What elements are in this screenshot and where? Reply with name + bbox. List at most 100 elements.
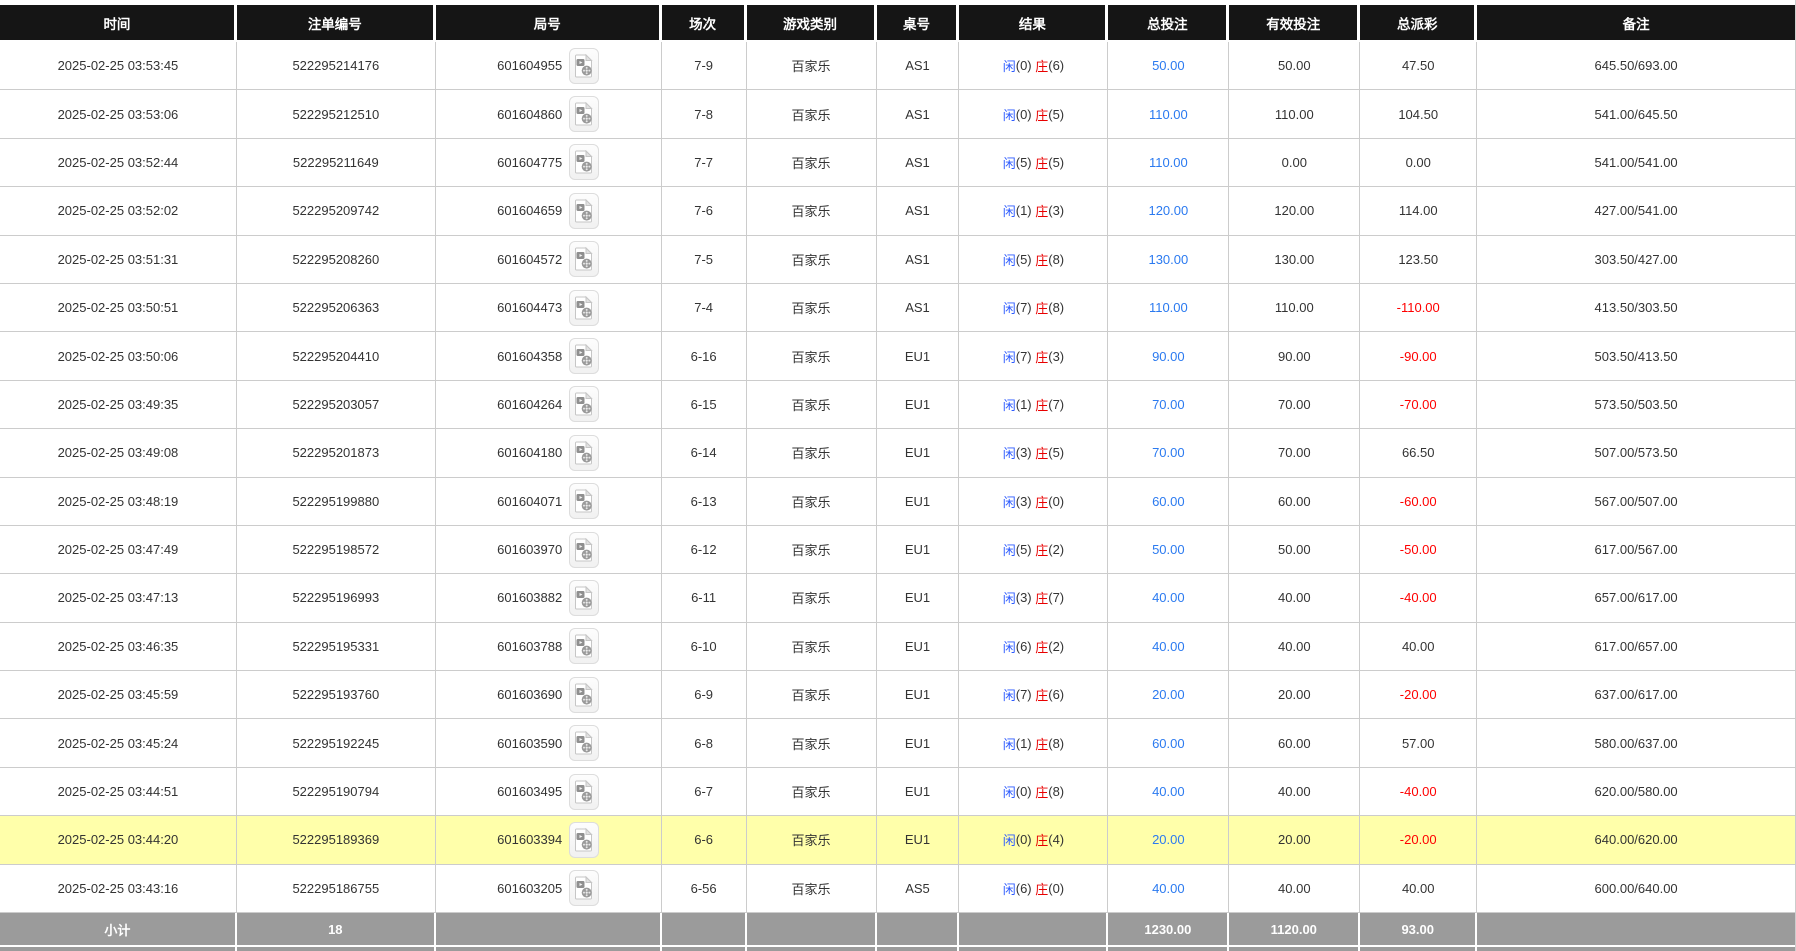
total-bet-link[interactable]: 120.00 xyxy=(1148,203,1188,218)
total-bet-link[interactable]: 60.00 xyxy=(1152,736,1185,751)
video-icon[interactable] xyxy=(569,241,600,278)
game-type-cell: 百家乐 xyxy=(746,283,877,333)
total-bet-link[interactable]: 110.00 xyxy=(1149,107,1188,122)
session-cell: 6-8 xyxy=(661,719,747,768)
video-icon[interactable] xyxy=(569,483,600,520)
table-row[interactable]: 2025-02-25 03:45:59 522295193760 601603690… xyxy=(0,671,1795,720)
total-bet-link[interactable]: 60.00 xyxy=(1152,494,1185,509)
time-cell: 2025-02-25 03:44:20 xyxy=(0,816,237,865)
round-no-cell: 601604572 xyxy=(435,235,662,284)
total-bet-link[interactable]: 110.00 xyxy=(1149,300,1188,315)
total-bet-cell: 50.00 xyxy=(1108,525,1230,575)
result-cell: 闲 (7) 庄 (6) xyxy=(959,671,1109,720)
footer-session xyxy=(661,913,747,946)
table-row[interactable]: 2025-02-25 03:47:49 522295198572 601603970… xyxy=(0,525,1795,575)
player-result-value: (0) xyxy=(1015,106,1036,122)
table-row[interactable]: 2025-02-25 03:44:20 522295189369 601603394… xyxy=(0,816,1795,865)
table-no-cell: EU1 xyxy=(876,380,960,430)
video-icon[interactable] xyxy=(569,386,600,423)
table-no-cell: AS1 xyxy=(876,235,960,284)
video-icon[interactable] xyxy=(569,821,600,858)
time-cell: 2025-02-25 03:50:06 xyxy=(0,332,237,381)
video-icon[interactable] xyxy=(569,434,600,471)
video-file-glyph xyxy=(575,295,593,320)
remark-cell: 580.00/637.00 xyxy=(1477,719,1795,768)
table-row[interactable]: 2025-02-25 03:52:44 522295211649 601604775… xyxy=(0,138,1795,188)
video-icon[interactable] xyxy=(569,531,600,568)
player-result-value: (1) xyxy=(1015,396,1036,412)
table-row[interactable]: 2025-02-25 03:46:35 522295195331 601603788… xyxy=(0,622,1795,672)
video-icon[interactable] xyxy=(569,579,600,616)
total-bet-link[interactable]: 90.00 xyxy=(1152,349,1185,364)
table-row[interactable]: 2025-02-25 03:49:08 522295201873 601604180… xyxy=(0,429,1795,478)
total-bet-link[interactable]: 50.00 xyxy=(1152,58,1185,73)
round-no-text: 601604955 xyxy=(497,58,563,74)
total-bet-cell: 40.00 xyxy=(1108,574,1230,623)
video-icon[interactable] xyxy=(569,870,600,907)
banker-result-value: (8) xyxy=(1048,784,1065,800)
round-no-cell: 601604955 xyxy=(435,42,662,91)
total-bet-link[interactable]: 40.00 xyxy=(1152,784,1185,799)
game-type-cell: 百家乐 xyxy=(746,187,877,236)
table-no-cell: EU1 xyxy=(876,574,960,623)
round-no-cell: 601604860 xyxy=(435,90,662,139)
banker-result-value: (8) xyxy=(1048,300,1065,316)
table-row[interactable]: 2025-02-25 03:50:51 522295206363 601604473… xyxy=(0,283,1795,333)
video-icon[interactable] xyxy=(569,47,600,84)
player-result-label: 闲 xyxy=(1002,833,1016,849)
video-icon[interactable] xyxy=(569,338,600,375)
total-bet-link[interactable]: 40.00 xyxy=(1152,881,1185,896)
payout-cell: 66.50 xyxy=(1360,429,1478,478)
table-row[interactable]: 2025-02-25 03:52:02 522295209742 601604659… xyxy=(0,187,1795,236)
game-type-cell: 百家乐 xyxy=(746,816,877,865)
video-icon[interactable] xyxy=(569,192,600,229)
column-header-remark: 备注 xyxy=(1477,5,1795,40)
video-icon[interactable] xyxy=(569,773,600,810)
table-row[interactable]: 2025-02-25 03:43:16 522295186755 601603205… xyxy=(0,864,1795,914)
payout-cell: 0.00 xyxy=(1360,138,1478,188)
total-bet-link[interactable]: 130.00 xyxy=(1148,252,1188,267)
table-row[interactable]: 2025-02-25 03:51:31 522295208260 601604572… xyxy=(0,235,1795,284)
column-header-table_no: 桌号 xyxy=(876,5,960,40)
total-bet-link[interactable]: 110.00 xyxy=(1149,155,1188,170)
video-icon[interactable] xyxy=(569,289,600,326)
player-result-value: (5) xyxy=(1015,154,1036,170)
video-file-glyph xyxy=(575,827,593,852)
table-row[interactable]: 2025-02-25 03:44:51 522295190794 601603495… xyxy=(0,767,1795,817)
remark-cell: 503.50/413.50 xyxy=(1477,332,1795,381)
valid-bet-cell: 50.00 xyxy=(1229,525,1361,575)
table-no-cell: AS1 xyxy=(876,138,960,188)
round-no-text: 601603590 xyxy=(497,735,563,751)
video-icon[interactable] xyxy=(569,725,600,762)
table-row[interactable]: 2025-02-25 03:49:35 522295203057 601604264… xyxy=(0,380,1795,430)
total-bet-link[interactable]: 70.00 xyxy=(1152,397,1185,412)
video-file-glyph xyxy=(575,682,593,707)
video-icon[interactable] xyxy=(569,96,600,133)
total-bet-link[interactable]: 40.00 xyxy=(1152,590,1185,605)
table-row[interactable]: 2025-02-25 03:50:06 522295204410 601604358… xyxy=(0,332,1795,381)
total-bet-link[interactable]: 70.00 xyxy=(1152,445,1185,460)
table-row[interactable]: 2025-02-25 03:45:24 522295192245 601603590… xyxy=(0,719,1795,768)
table-no-cell: EU1 xyxy=(876,332,960,381)
table-row[interactable]: 2025-02-25 03:53:45 522295214176 601604955… xyxy=(0,42,1795,91)
valid-bet-cell: 110.00 xyxy=(1229,90,1361,139)
total-bet-link[interactable]: 20.00 xyxy=(1152,687,1185,702)
banker-result-label: 庄 xyxy=(1035,349,1049,365)
video-icon[interactable] xyxy=(569,628,600,665)
round-no-cell: 601603205 xyxy=(435,864,662,914)
video-file-glyph xyxy=(575,392,593,416)
table-row[interactable]: 2025-02-25 03:47:13 522295196993 601603882… xyxy=(0,574,1795,623)
total-bet-link[interactable]: 50.00 xyxy=(1152,542,1185,557)
video-file-glyph xyxy=(575,150,593,174)
banker-result-value: (5) xyxy=(1048,154,1065,170)
video-file-glyph xyxy=(575,489,593,513)
video-icon[interactable] xyxy=(569,676,600,713)
result-cell: 闲 (3) 庄 (0) xyxy=(959,477,1109,526)
table-row[interactable]: 2025-02-25 03:48:19 522295199880 601604071… xyxy=(0,477,1795,526)
video-icon[interactable] xyxy=(569,144,600,181)
table-row[interactable]: 2025-02-25 03:53:06 522295212510 601604860… xyxy=(0,90,1795,139)
total-bet-link[interactable]: 20.00 xyxy=(1152,832,1185,847)
session-cell: 6-9 xyxy=(661,671,747,720)
total-bet-link[interactable]: 40.00 xyxy=(1152,639,1185,654)
player-result-value: (7) xyxy=(1015,348,1036,364)
